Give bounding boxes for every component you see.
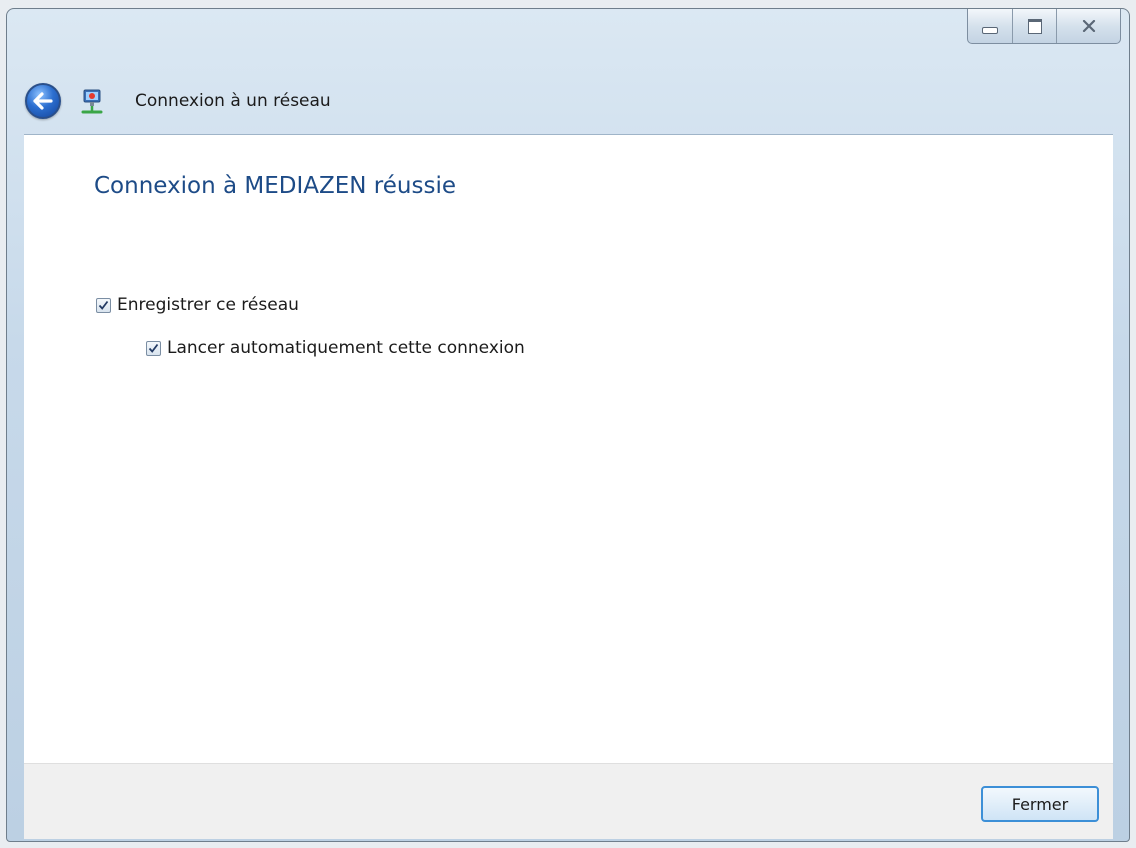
checkmark-icon <box>98 300 109 310</box>
back-arrow-icon <box>33 92 53 110</box>
back-button[interactable] <box>25 83 61 119</box>
window-title: Connexion à un réseau <box>135 91 331 111</box>
minimize-button[interactable] <box>968 9 1012 43</box>
dialog-window: Connexion à un réseau Connexion à MEDIAZ… <box>6 8 1130 842</box>
network-connection-icon <box>81 89 103 114</box>
dialog-footer: Fermer <box>24 763 1113 839</box>
checkmark-icon <box>148 343 159 353</box>
auto-connect-checkbox[interactable] <box>146 340 161 356</box>
save-network-label: Enregistrer ce réseau <box>117 295 299 315</box>
close-window-button[interactable] <box>1056 9 1120 43</box>
content-pane: Connexion à MEDIAZEN réussie Enregistrer… <box>24 134 1113 764</box>
page-heading: Connexion à MEDIAZEN réussie <box>94 173 456 199</box>
close-button[interactable]: Fermer <box>981 786 1099 822</box>
auto-connect-label: Lancer automatiquement cette connexion <box>167 338 525 358</box>
minimize-icon <box>982 26 998 34</box>
dialog-header: Connexion à un réseau <box>7 69 1129 133</box>
maximize-button[interactable] <box>1012 9 1056 43</box>
maximize-icon <box>1027 18 1042 34</box>
save-network-option[interactable]: Enregistrer ce réseau <box>96 295 299 315</box>
close-icon <box>1082 20 1095 32</box>
caption-buttons <box>967 9 1121 44</box>
auto-connect-option[interactable]: Lancer automatiquement cette connexion <box>146 338 525 358</box>
save-network-checkbox[interactable] <box>96 297 111 313</box>
